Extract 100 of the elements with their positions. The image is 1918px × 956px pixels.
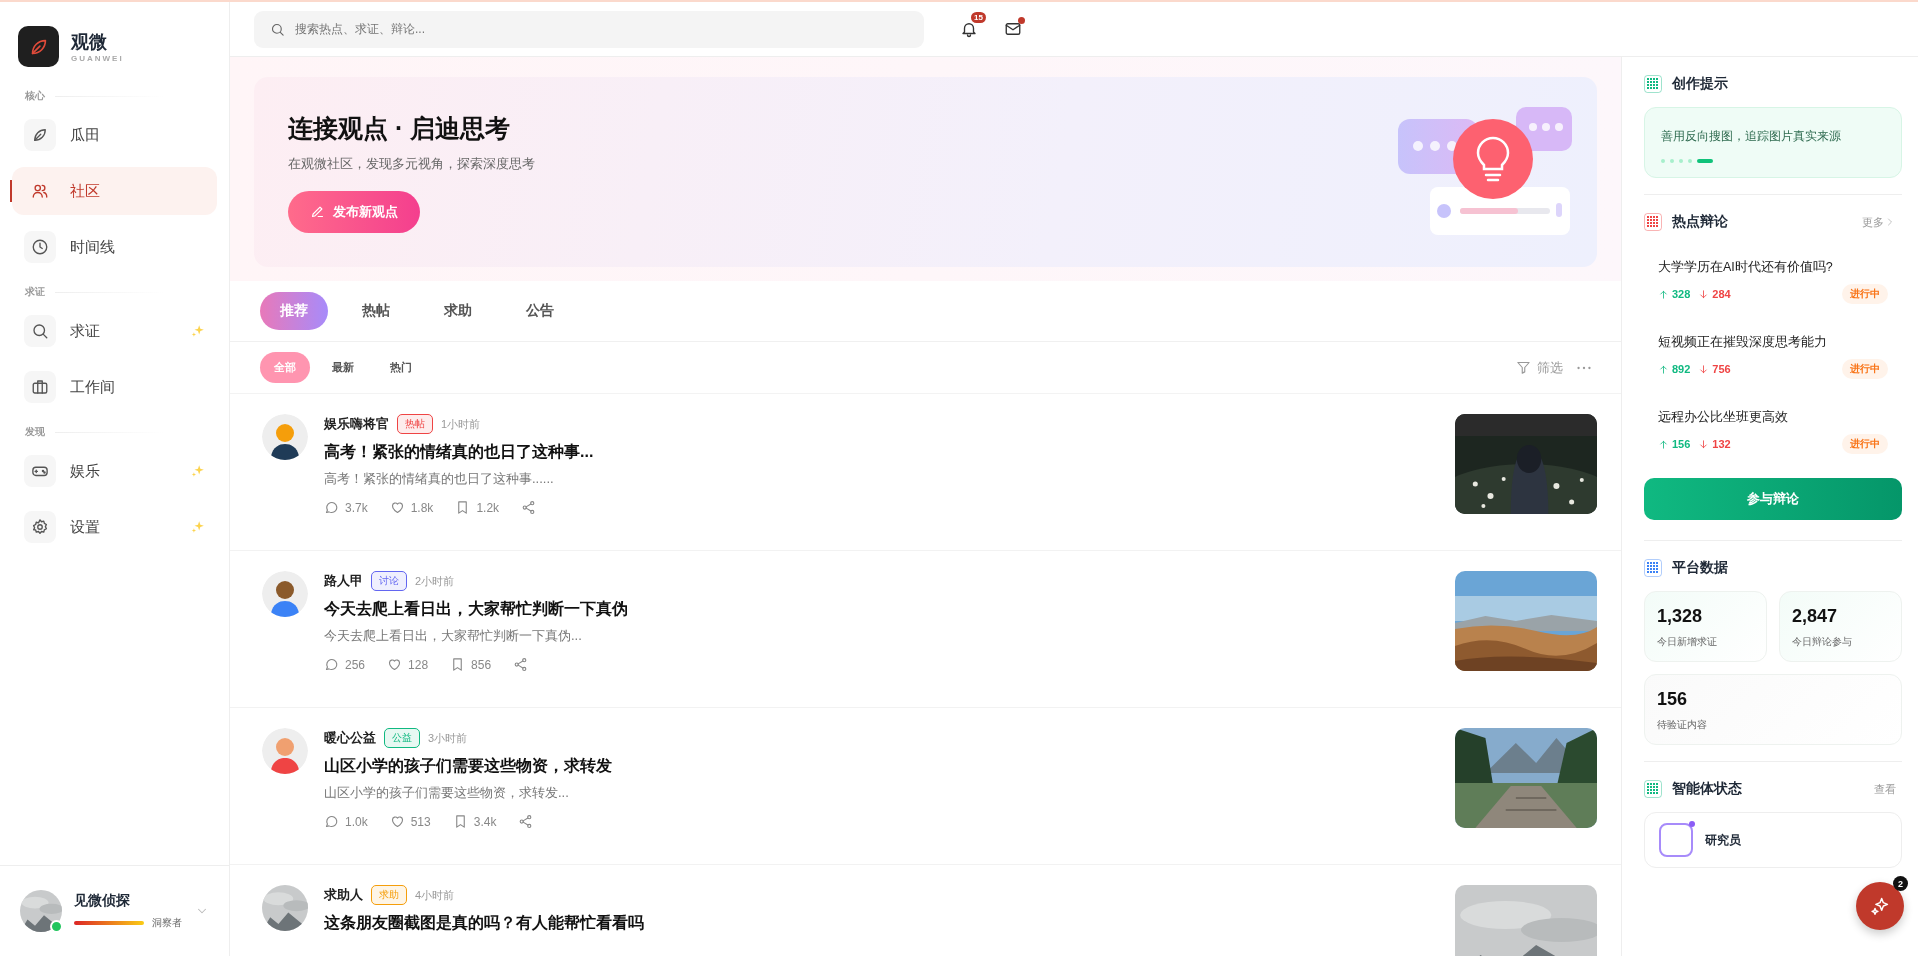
share-button[interactable] [521, 500, 537, 515]
arrow-down-icon [1698, 438, 1710, 450]
grid-icon [1644, 559, 1662, 577]
more-icon[interactable] [1577, 365, 1591, 370]
section-title: 热点辩论 [1672, 213, 1728, 231]
share-button[interactable] [518, 814, 534, 829]
tab[interactable]: 热帖 [342, 292, 410, 330]
bookmark-button[interactable]: 3.4k [452, 814, 497, 829]
post-tag: 讨论 [371, 571, 407, 591]
assistant-button[interactable] [1856, 882, 1904, 930]
post-title[interactable]: 这条朋友圈截图是真的吗？有人能帮忙看看吗 [324, 913, 1439, 934]
stat-label: 今日辩论参与 [1792, 635, 1853, 649]
logo-icon[interactable] [18, 26, 59, 67]
share-icon [521, 500, 537, 515]
downvote-count: 756 [1712, 363, 1731, 375]
bookmark-button[interactable]: 856 [450, 657, 492, 672]
status-badge: 进行中 [1842, 434, 1888, 454]
sidebar-item[interactable]: 时间线 [12, 223, 217, 271]
section-label: 核心 [25, 89, 45, 103]
carousel-dot[interactable] [1688, 159, 1692, 163]
share-icon [513, 657, 529, 672]
like-button[interactable]: 1.8k [389, 500, 434, 515]
leaf-icon [31, 126, 49, 144]
section-title: 创作提示 [1672, 75, 1728, 93]
filter-chip[interactable]: 最新 [318, 352, 368, 383]
share-button[interactable] [513, 657, 529, 672]
comment-button[interactable]: 1.0k [324, 814, 368, 829]
section-label: 求证 [25, 285, 45, 299]
tip-text: 善用反向搜图，追踪图片真实来源 [1661, 128, 1842, 145]
agent-name: 研究员 [1705, 831, 1741, 849]
post-title[interactable]: 今天去爬上看日出，大家帮忙判断一下真伪 [324, 599, 1439, 620]
avatar [262, 571, 308, 617]
upvote-count: 156 [1672, 438, 1691, 450]
post-tag: 求助 [371, 885, 407, 905]
section-title: 智能体状态 [1672, 780, 1742, 798]
arrow-up-icon [1658, 438, 1669, 450]
sidebar-item[interactable]: 瓜田 [12, 111, 217, 159]
mail-icon [1004, 20, 1022, 38]
sparkle-icon [191, 324, 205, 338]
post-tag: 热帖 [397, 414, 433, 434]
tab[interactable]: 公告 [506, 292, 574, 330]
status-badge: 进行中 [1842, 359, 1888, 379]
bookmark-button[interactable]: 1.2k [455, 500, 500, 515]
carousel-dot[interactable] [1679, 159, 1683, 163]
author-name: 求助人 [324, 886, 363, 904]
brand-subtitle: GUANWEI [71, 54, 124, 63]
agent-card[interactable]: 研究员 [1644, 812, 1902, 868]
tab[interactable]: 求助 [424, 292, 492, 330]
clock-icon [31, 238, 49, 256]
status-badge: 进行中 [1842, 284, 1888, 304]
filter-chip[interactable]: 热门 [376, 352, 426, 383]
carousel-dot[interactable] [1661, 159, 1665, 163]
sidebar-item[interactable]: 求证 [12, 307, 217, 355]
badge-count: 2 [1893, 876, 1908, 891]
stat-value: 2,847 [1792, 606, 1839, 627]
bell-icon [960, 20, 978, 38]
post-time: 2小时前 [415, 573, 455, 589]
debate-title[interactable]: 远程办公比坐班更高效 [1658, 409, 1888, 426]
notification-button[interactable] [960, 20, 978, 38]
heart-icon [387, 657, 403, 672]
post-excerpt: 高考！紧张的情绪真的也日了这种事...... [324, 470, 555, 488]
post-title[interactable]: 高考！紧张的情绪真的也日了这种事... [324, 442, 1439, 463]
brand-name: 观微 [71, 31, 108, 54]
comment-button[interactable]: 3.7k [324, 500, 368, 515]
sidebar-item[interactable]: 工作间 [12, 363, 217, 411]
sidebar-item[interactable]: 社区 [12, 167, 217, 215]
post-excerpt: 山区小学的孩子们需要这些物资，求转发... [324, 784, 570, 802]
search-icon [31, 322, 49, 340]
post-title[interactable]: 山区小学的孩子们需要这些物资，求转发 [324, 756, 1439, 777]
like-button[interactable]: 128 [387, 657, 429, 672]
heart-icon [389, 500, 405, 515]
author-name: 暖心公益 [324, 729, 376, 747]
author-name: 娱乐嗨将官 [324, 415, 389, 433]
mail-button[interactable] [1004, 20, 1022, 38]
carousel-dot[interactable] [1670, 159, 1674, 163]
stat-label: 待验证内容 [1657, 718, 1708, 732]
debate-title[interactable]: 短视频正在摧毁深度思考能力 [1658, 334, 1888, 351]
author-name: 路人甲 [324, 572, 363, 590]
post-tag: 公益 [384, 728, 420, 748]
comment-icon [324, 657, 339, 672]
sidebar-item[interactable]: 设置 [12, 503, 217, 551]
upvote-count: 328 [1672, 288, 1691, 300]
arrow-down-icon [1698, 288, 1710, 300]
banner-title: 连接观点 · 启迪思考 [288, 112, 512, 144]
heart-icon [389, 814, 405, 829]
user-rank: 洞察者 [152, 916, 182, 930]
notification-count: 15 [971, 12, 986, 23]
stat-value: 156 [1657, 689, 1689, 710]
comment-button[interactable]: 256 [324, 657, 366, 672]
sidebar-item[interactable]: 娱乐 [12, 447, 217, 495]
share-icon [518, 814, 534, 829]
level-bar [74, 921, 144, 925]
like-button[interactable]: 513 [389, 814, 431, 829]
sparkle-icon [191, 520, 205, 534]
upvote-count: 892 [1672, 363, 1691, 375]
downvote-count: 132 [1712, 438, 1731, 450]
arrow-up-icon [1658, 363, 1669, 375]
search-field[interactable]: 搜索热点、求证、辩论... [254, 10, 924, 48]
comment-icon [324, 500, 339, 515]
debate-title[interactable]: 大学学历在AI时代还有价值吗? [1658, 259, 1888, 276]
